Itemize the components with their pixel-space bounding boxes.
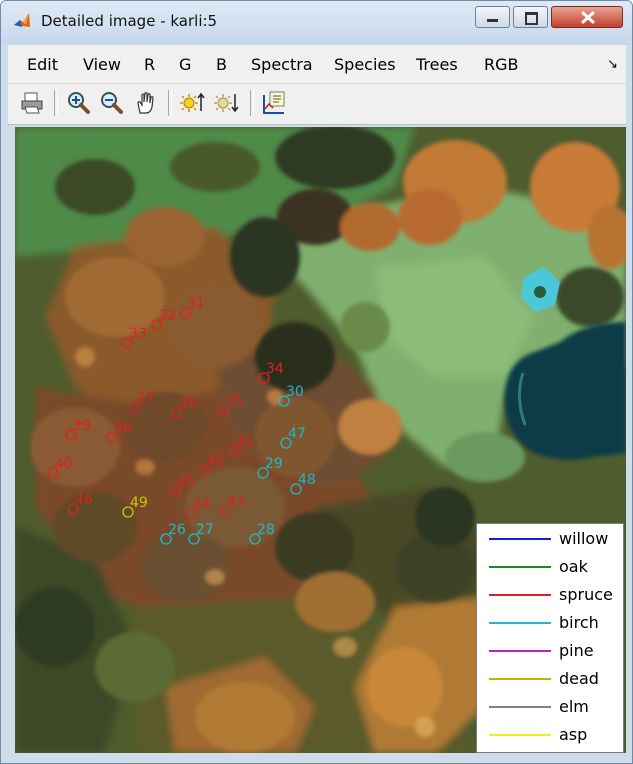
close-button[interactable] (551, 6, 623, 28)
tree-marker-label: 46 (75, 492, 93, 508)
pan-hand-icon[interactable] (132, 89, 160, 117)
window-bottom-border (1, 753, 632, 763)
legend-entry: oak (477, 555, 623, 579)
legend-label: pine (559, 641, 594, 660)
tree-marker-label: 42 (207, 453, 225, 469)
menu-r[interactable]: R (144, 55, 155, 74)
menu-spectra[interactable]: Spectra (251, 55, 313, 74)
zoom-in-icon[interactable] (64, 89, 92, 117)
window-title: Detailed image - karli:5 (41, 12, 218, 30)
menu-g[interactable]: G (179, 55, 191, 74)
legend-entry: pine (477, 639, 623, 663)
menu-species[interactable]: Species (334, 55, 396, 74)
legend-line-dead (489, 678, 551, 680)
close-icon (581, 11, 595, 24)
legend-line-asp (489, 734, 551, 736)
tree-marker-label: 35 (225, 394, 243, 410)
minimize-button[interactable] (475, 6, 510, 28)
legend-line-pine (489, 650, 551, 652)
darken-icon[interactable] (212, 89, 240, 117)
legend-label: asp (559, 725, 588, 744)
legend-label: birch (559, 613, 599, 632)
legend-entry: elm (477, 695, 623, 719)
tree-marker-label: 41 (237, 434, 255, 450)
legend-line-willow (489, 538, 551, 540)
tree-marker-label: 29 (265, 456, 283, 472)
legend-label: willow (559, 529, 609, 548)
tree-marker-label: 32 (159, 308, 177, 324)
tree-marker-label: 36 (179, 396, 197, 412)
legend-line-spruce (489, 594, 551, 596)
zoom-out-icon[interactable] (97, 89, 125, 117)
dock-arrow-icon[interactable]: ↘ (607, 57, 618, 72)
matlab-icon (14, 13, 30, 27)
tree-marker-label: 33 (129, 326, 147, 342)
tree-marker-label: 37 (137, 391, 155, 407)
tree-marker-label: 43 (227, 494, 245, 510)
maximize-button[interactable] (513, 6, 548, 28)
legend-entry: spruce (477, 583, 623, 607)
legend-line-birch (489, 622, 551, 624)
tree-marker-label: 31 (187, 296, 205, 312)
tree-marker-label: 45 (177, 474, 195, 490)
tree-marker-label: 38 (114, 420, 132, 436)
legend-entry: willow (477, 527, 623, 551)
tree-marker-label: 49 (130, 495, 148, 511)
brighten-icon[interactable] (178, 89, 206, 117)
legend-line-oak (489, 566, 551, 568)
image-axes[interactable]: 31 32 33 34 30 37 36 35 39 38 47 41 40 42 29 48 45 46 49 44… (15, 127, 626, 753)
tree-marker-label: 48 (298, 472, 316, 488)
tree-marker-label: 28 (257, 522, 275, 538)
legend-label: dead (559, 669, 599, 688)
tree-marker-label: 26 (168, 522, 186, 538)
legend-line-elm (489, 706, 551, 708)
legend-label: oak (559, 557, 588, 576)
tree-marker-label: 39 (73, 418, 91, 434)
legend-entry: birch (477, 611, 623, 635)
legend-label: elm (559, 697, 589, 716)
legend-entry: asp (477, 723, 623, 747)
legend-label: spruce (559, 585, 613, 604)
toolbar (8, 84, 626, 125)
print-icon[interactable] (18, 89, 46, 117)
tree-marker-label: 47 (288, 426, 306, 442)
menu-edit[interactable]: Edit (27, 55, 58, 74)
tree-marker-label: 30 (286, 384, 304, 400)
tree-marker-label: 34 (266, 361, 284, 377)
tree-marker-label: 44 (193, 497, 211, 513)
minimize-icon (487, 19, 498, 22)
menu-trees[interactable]: Trees (416, 55, 458, 74)
menu-bar: Edit View R G B Spectra Species Trees RG… (8, 45, 626, 84)
tree-marker-label: 40 (55, 456, 73, 472)
tree-marker-label: 27 (196, 522, 214, 538)
species-legend: willow oak spruce birch pine dead elm as… (476, 523, 624, 753)
figure-window: Detailed image - karli:5 Edit View R G B… (0, 0, 633, 764)
legend-entry: dead (477, 667, 623, 691)
menu-b[interactable]: B (216, 55, 227, 74)
menu-rgb[interactable]: RGB (484, 55, 519, 74)
title-bar[interactable]: Detailed image - karli:5 (1, 1, 632, 45)
menu-view[interactable]: View (83, 55, 121, 74)
maximize-icon (525, 12, 538, 25)
select-data-icon[interactable] (260, 89, 288, 117)
